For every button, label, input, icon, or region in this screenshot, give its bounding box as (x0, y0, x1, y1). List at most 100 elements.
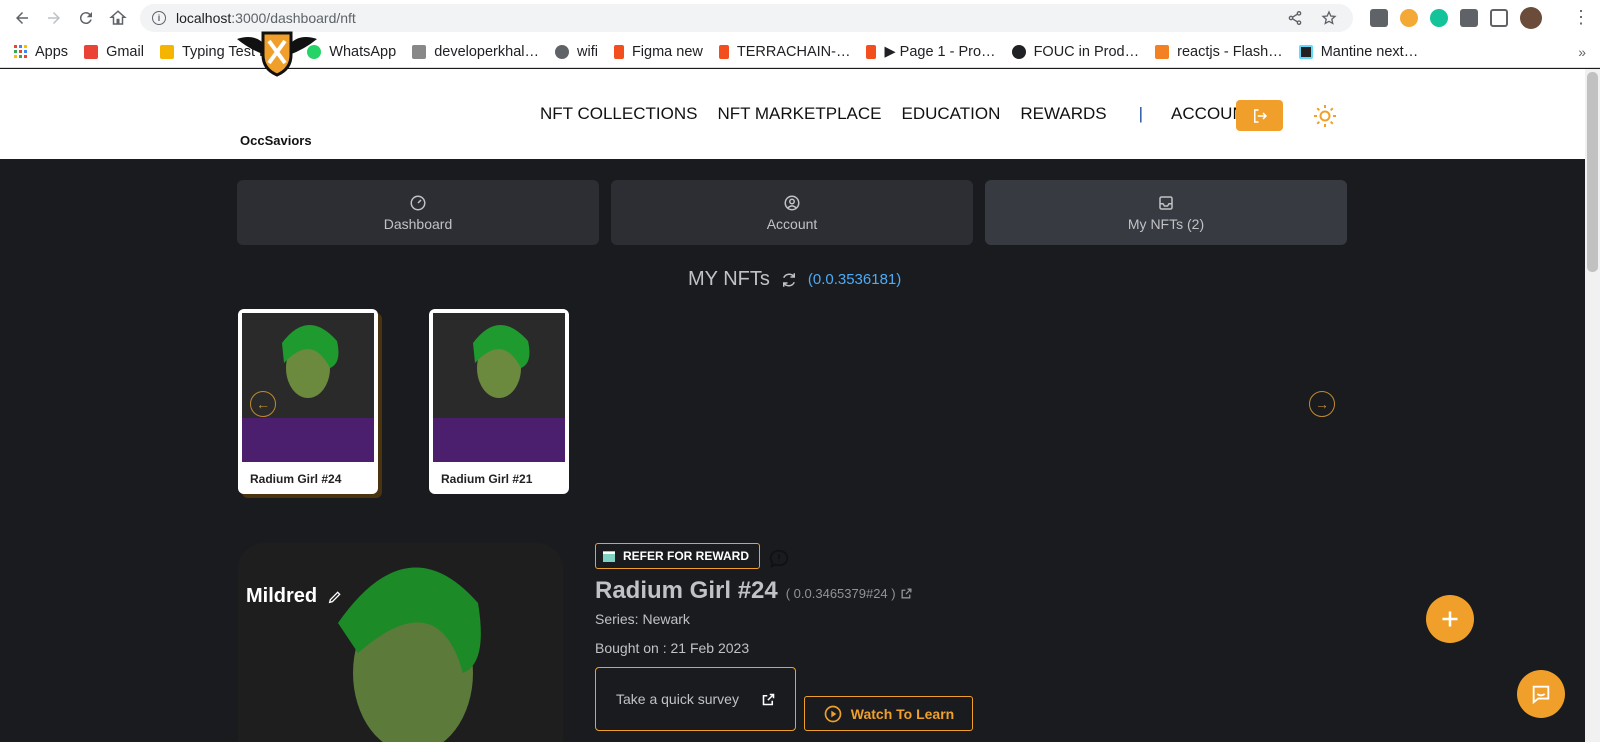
gauge-icon (410, 195, 426, 210)
apps-grid-icon (14, 45, 27, 58)
profile-avatar[interactable] (1520, 7, 1542, 29)
scrollbar-thumb[interactable] (1587, 72, 1598, 272)
forward-icon[interactable] (38, 2, 70, 34)
inbox-icon (1159, 195, 1173, 210)
tab-account[interactable]: Account (611, 180, 973, 245)
tab-my-nfts[interactable]: My NFTs (2) (985, 180, 1347, 245)
external-link-icon[interactable] (900, 587, 913, 600)
bookmark-label: FOUC in Prod… (1033, 43, 1140, 60)
nav-nft-marketplace[interactable]: NFT MARKETPLACE (717, 104, 881, 124)
react-icon (1298, 44, 1313, 59)
token-id: ( 0.0.3465379#24 ) (786, 586, 913, 601)
typing-test-icon (159, 44, 174, 59)
figma-icon (866, 44, 877, 59)
nft-card-title: Radium Girl #24 (250, 472, 342, 486)
bookmarks-more-icon[interactable]: » (1578, 44, 1586, 60)
edit-pencil-icon[interactable] (327, 589, 343, 605)
grammarly-icon[interactable] (1430, 9, 1448, 27)
carousel-next-icon[interactable]: → (1309, 391, 1335, 417)
bookmark-label: wifi (577, 43, 598, 60)
nft-card[interactable]: Radium Girl #21 (429, 309, 569, 494)
bookmark-mantine[interactable]: Mantine next… (1298, 43, 1419, 60)
nav-nft-collections[interactable]: NFT COLLECTIONS (540, 104, 697, 124)
figma-icon (718, 44, 729, 59)
account-id-link[interactable]: (0.0.3536181) (808, 271, 901, 288)
nav-education[interactable]: EDUCATION (902, 104, 1001, 124)
chat-launcher-button[interactable] (1517, 670, 1565, 718)
refer-for-reward-button[interactable]: REFER FOR REWARD (595, 543, 760, 569)
nft-series: Series: Newark (595, 611, 690, 627)
nft-detail-title: Radium Girl #24 ( 0.0.3465379#24 ) (595, 577, 913, 605)
reload-icon[interactable] (70, 2, 102, 34)
comment-icon[interactable] (768, 548, 790, 570)
menu-kebab-icon[interactable]: ⋮ (1572, 8, 1590, 26)
nft-bought-date: Bought on : 21 Feb 2023 (595, 640, 750, 656)
bookmark-terrachain[interactable]: TERRACHAIN-… (718, 44, 850, 60)
nft-thumbnail (242, 313, 374, 462)
tab-label: Dashboard (383, 215, 453, 232)
external-link-icon (762, 693, 775, 705)
bookmark-label: Gmail (106, 43, 144, 60)
dashboard-tabs: Dashboard Account My NFTs (2) (237, 180, 1347, 245)
bookmark-figma-new[interactable]: Figma new (613, 43, 703, 60)
main-nav: NFT COLLECTIONS NFT MARKETPLACE EDUCATIO… (540, 104, 1275, 124)
nav-rewards[interactable]: REWARDS (1020, 104, 1106, 124)
add-fab-button[interactable] (1426, 595, 1474, 643)
nft-thumbnail (433, 313, 565, 462)
address-bar[interactable]: i localhost:3000/dashboard/nft (140, 4, 1353, 32)
user-circle-icon (784, 195, 800, 210)
bookmark-label: WhatsApp (329, 43, 397, 60)
bookmark-label: Apps (35, 43, 69, 60)
sun-icon[interactable] (1313, 104, 1337, 128)
bookmark-developerkhal[interactable]: developerkhal… (412, 44, 539, 60)
nft-name: Radium Girl #24 (595, 577, 778, 604)
refresh-icon[interactable] (780, 271, 798, 289)
site-info-icon[interactable]: i (152, 11, 166, 25)
chat-icon (1532, 685, 1550, 705)
side-panel-icon[interactable] (1490, 9, 1508, 27)
share-icon[interactable] (1287, 10, 1303, 26)
extension-icon[interactable] (1370, 9, 1388, 27)
figma-icon (613, 44, 624, 59)
logo-text: OccSaviors (240, 133, 312, 148)
bookmark-label: developerkhal… (434, 43, 539, 60)
tab-label: Account (766, 215, 818, 232)
section-title: MY NFTs (688, 268, 770, 290)
bookmark-wifi[interactable]: wifi (555, 44, 598, 60)
star-icon[interactable] (1321, 10, 1337, 26)
bookmark-fouc[interactable]: FOUC in Prod… (1011, 43, 1140, 60)
nft-nickname: Mildred (246, 585, 343, 608)
occsaviors-logo[interactable] (235, 27, 319, 79)
extension-icon[interactable] (1400, 9, 1418, 27)
survey-button[interactable]: Take a quick survey (595, 667, 796, 731)
nickname-text: Mildred (246, 585, 318, 607)
bookmark-page-1[interactable]: ▶ Page 1 - Pro… (866, 44, 996, 60)
gmail-icon (84, 44, 99, 59)
nft-card-title: Radium Girl #21 (441, 472, 533, 486)
home-icon[interactable] (102, 2, 134, 34)
plus-icon (1442, 611, 1458, 627)
tab-dashboard[interactable]: Dashboard (237, 180, 599, 245)
back-icon[interactable] (6, 2, 38, 34)
logout-icon (1253, 108, 1267, 123)
bookmark-apps[interactable]: Apps (14, 44, 68, 60)
my-nfts-heading: MY NFTs (0.0.3536181) (688, 268, 901, 291)
globe-icon (555, 44, 569, 59)
watch-label: Watch To Learn (850, 705, 955, 722)
bookmark-reactjs[interactable]: reactjs - Flash… (1155, 44, 1283, 60)
gift-icon (603, 551, 615, 562)
token-id-text: ( 0.0.3465379#24 ) (785, 586, 896, 601)
puzzle-icon[interactable] (1460, 9, 1478, 27)
bookmark-label: reactjs - Flash… (1177, 43, 1283, 60)
bookmark-label: Mantine next… (1320, 43, 1419, 60)
carousel-prev-icon[interactable]: ← (250, 391, 276, 417)
watch-to-learn-button[interactable]: Watch To Learn (804, 696, 973, 731)
bookmark-gmail[interactable]: Gmail (84, 44, 144, 60)
nav-divider: | (1138, 104, 1144, 123)
play-circle-icon (824, 705, 842, 722)
logout-button[interactable] (1236, 100, 1283, 131)
bookmark-whatsapp[interactable]: WhatsApp (307, 44, 396, 60)
bookmark-label: Figma new (631, 43, 703, 60)
nft-hero-image (238, 543, 563, 742)
github-icon (1011, 44, 1026, 59)
